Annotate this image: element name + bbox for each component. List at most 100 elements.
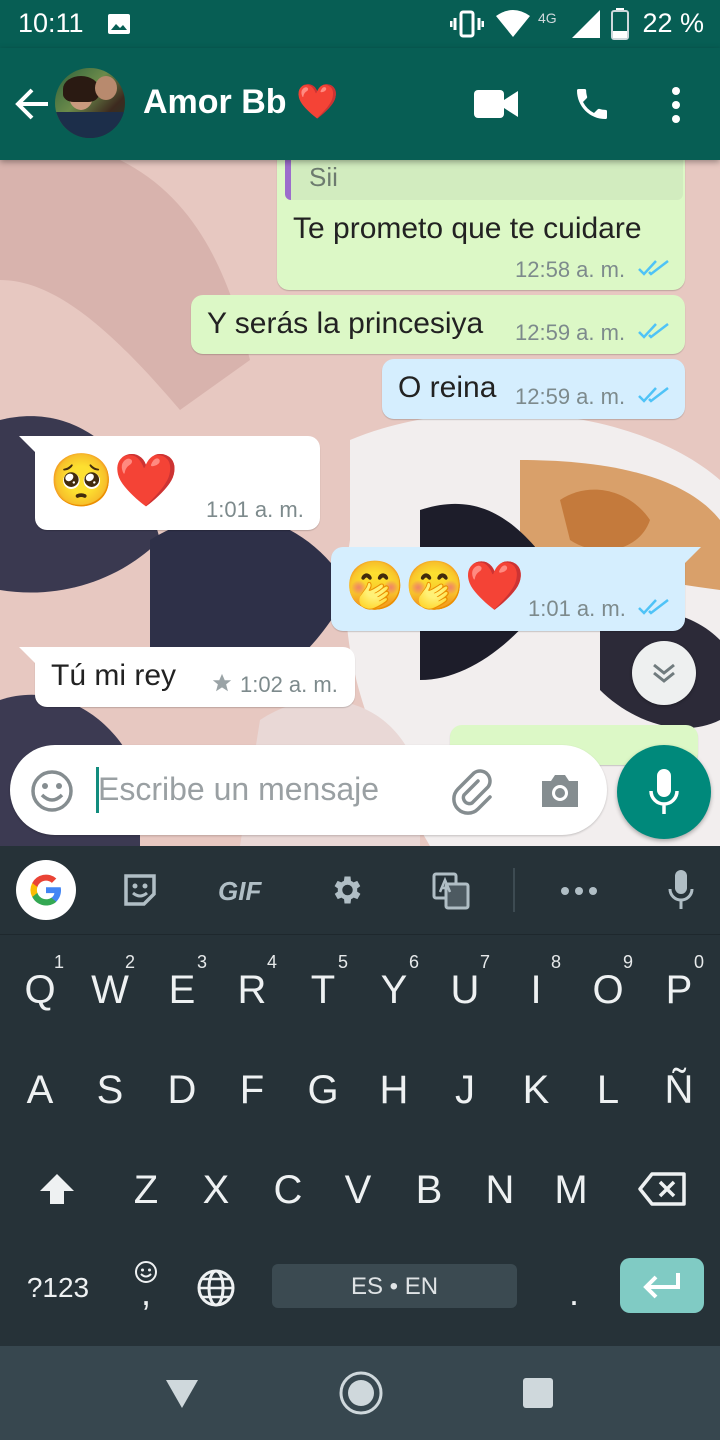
message-input[interactable]: Escribe un mensaje: [98, 771, 379, 808]
more-options-icon[interactable]: [668, 86, 684, 124]
double-chevron-down-icon: [653, 663, 675, 683]
key-r[interactable]: R: [232, 968, 272, 1013]
message-time: 1:01 a. m.: [206, 497, 304, 522]
key-hint-0: 0: [694, 952, 705, 972]
outgoing-message[interactable]: Y serás la princesiya 12:59 a. m.: [191, 295, 685, 354]
key-c[interactable]: C: [268, 1168, 308, 1213]
contact-name[interactable]: Amor Bb ❤️: [143, 82, 338, 122]
incoming-message[interactable]: Tú mi rey 1:02 a. m.: [19, 647, 355, 707]
settings-gear-icon[interactable]: [328, 872, 364, 908]
symbols-key[interactable]: ?123: [18, 1272, 98, 1304]
bubble-tail: [19, 436, 37, 454]
key-a[interactable]: A: [20, 1068, 60, 1113]
read-ticks-icon: [638, 323, 669, 339]
key-n[interactable]: N: [480, 1168, 520, 1213]
bubble-tail: [683, 547, 701, 565]
language-globe-icon[interactable]: [196, 1268, 236, 1308]
message-time: 12:58 a. m.: [515, 257, 626, 282]
more-options-icon[interactable]: [560, 886, 598, 896]
message-text: Te prometo que te cuidare: [293, 212, 642, 245]
nav-back-icon[interactable]: [164, 1378, 200, 1410]
key-t[interactable]: T: [303, 968, 343, 1013]
key-m[interactable]: M: [551, 1168, 591, 1213]
key-j[interactable]: J: [445, 1068, 485, 1113]
period-key[interactable]: .: [556, 1272, 592, 1314]
key-hint-5: 5: [338, 952, 349, 972]
key-z[interactable]: Z: [126, 1168, 166, 1213]
signal-icon: [572, 10, 600, 38]
key-hint-6: 6: [409, 952, 420, 972]
key-hint-1: 1: [54, 952, 65, 972]
key-h[interactable]: H: [374, 1068, 414, 1113]
nav-home-icon[interactable]: [338, 1370, 384, 1416]
key-v[interactable]: V: [338, 1168, 378, 1213]
space-bar-label: ES • EN: [350, 1273, 439, 1300]
toolbar-divider: [513, 868, 515, 912]
message-emoji: 🥺❤️: [49, 452, 179, 510]
scroll-to-bottom-button[interactable]: [632, 641, 696, 705]
enter-key[interactable]: [620, 1258, 704, 1313]
key-hint-9: 9: [623, 952, 634, 972]
translate-icon[interactable]: [432, 872, 470, 910]
key-x[interactable]: X: [196, 1168, 236, 1213]
message-composer[interactable]: Escribe un mensaje: [10, 745, 607, 835]
key-g[interactable]: G: [303, 1068, 343, 1113]
status-time: 10:11: [18, 8, 84, 38]
key-s[interactable]: S: [90, 1068, 130, 1113]
gif-button[interactable]: GIF: [218, 876, 261, 907]
key-hint-2: 2: [125, 952, 136, 972]
chat-header: Amor Bb ❤️: [0, 48, 720, 160]
outgoing-message[interactable]: Sii Te prometo que te cuidare 12:58 a. m…: [277, 160, 685, 290]
battery-percent: 22 %: [642, 8, 704, 38]
quoted-reply[interactable]: Sii: [285, 160, 683, 200]
microphone-icon: [649, 769, 679, 814]
key-b[interactable]: B: [409, 1168, 449, 1213]
key-f[interactable]: F: [232, 1068, 272, 1113]
key-u[interactable]: U: [445, 968, 485, 1013]
key-w[interactable]: W: [90, 968, 130, 1013]
video-call-icon[interactable]: [474, 88, 518, 120]
message-text: O reina: [398, 371, 497, 404]
key-d[interactable]: D: [162, 1068, 202, 1113]
key-i[interactable]: I: [516, 968, 556, 1013]
incoming-message[interactable]: 🥺❤️ 1:01 a. m.: [19, 436, 320, 530]
key-o[interactable]: O: [588, 968, 628, 1013]
message-text: Y serás la princesiya: [207, 307, 484, 340]
attach-icon[interactable]: [450, 769, 496, 815]
vibrate-icon: [450, 10, 484, 38]
key-hint-3: 3: [197, 952, 208, 972]
sticker-icon[interactable]: [122, 872, 158, 908]
message-time: 12:59 a. m.: [515, 320, 626, 345]
key-k[interactable]: K: [516, 1068, 556, 1113]
space-bar[interactable]: ES • EN: [272, 1264, 517, 1308]
network-type: 4G: [538, 10, 557, 26]
contact-avatar[interactable]: [55, 68, 125, 138]
key-e[interactable]: E: [162, 968, 202, 1013]
key-y[interactable]: Y: [374, 968, 414, 1013]
message-time: 12:59 a. m.: [515, 384, 626, 409]
phone-call-icon[interactable]: [572, 84, 612, 124]
keyboard: GIF Q W E R T Y U I O P 1 2 3 4 5 6 7 8 …: [0, 846, 720, 1346]
outgoing-message[interactable]: 🤭🤭❤️ 1:01 a. m.: [331, 547, 701, 631]
voice-typing-icon[interactable]: [668, 870, 694, 910]
message-time: 1:01 a. m.: [528, 596, 626, 621]
key-l[interactable]: L: [588, 1068, 628, 1113]
backspace-icon[interactable]: [638, 1172, 686, 1206]
chat-area[interactable]: Sii Te prometo que te cuidare 12:58 a. m…: [0, 160, 720, 846]
shift-icon[interactable]: [38, 1172, 76, 1206]
key-n-tilde[interactable]: Ñ: [659, 1068, 699, 1113]
emoji-icon[interactable]: [30, 769, 74, 813]
message-time: 1:02 a. m.: [240, 672, 338, 697]
back-arrow-icon[interactable]: [14, 86, 50, 122]
key-q[interactable]: Q: [20, 968, 60, 1013]
keyboard-toolbar: GIF: [0, 846, 720, 935]
google-search-button[interactable]: [16, 860, 76, 920]
voice-record-button[interactable]: [617, 745, 711, 839]
key-p[interactable]: P: [659, 968, 699, 1013]
nav-recents-icon[interactable]: [522, 1377, 554, 1409]
outgoing-message[interactable]: O reina 12:59 a. m.: [382, 359, 685, 419]
read-ticks-icon: [638, 599, 669, 615]
read-ticks-icon: [638, 260, 669, 276]
camera-icon[interactable]: [538, 771, 582, 811]
comma-key[interactable]: ,: [128, 1272, 164, 1314]
